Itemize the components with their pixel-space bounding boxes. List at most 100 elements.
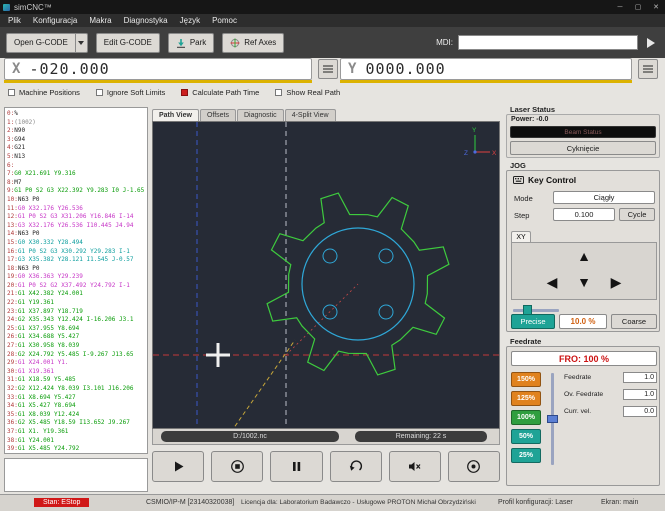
tab-diagnostic[interactable]: Diagnostic — [237, 109, 284, 121]
gcode-line[interactable]: 20:G1 P0 S2 G2 X37.492 Y24.792 I-1 — [7, 282, 147, 291]
menu-makra[interactable]: Makra — [83, 16, 117, 25]
dro-y-zero-button[interactable] — [638, 59, 658, 79]
gcode-line[interactable]: 1:(1002) — [7, 119, 147, 128]
menu-j-zyk[interactable]: Język — [174, 16, 206, 25]
tab-4-split-view[interactable]: 4-Split View — [285, 109, 336, 121]
checkbox[interactable] — [96, 89, 103, 96]
jog-right-button[interactable]: ▶ — [604, 271, 628, 293]
gcode-line[interactable]: 7:G0 X21.691 Y9.316 — [7, 170, 147, 179]
fro-slider[interactable] — [547, 373, 558, 465]
rewind-button[interactable] — [330, 451, 382, 482]
field-value[interactable]: 0.0 — [623, 406, 657, 417]
gcode-line[interactable]: 36:G2 X5.485 Y18.59 I13.652 J9.267 — [7, 419, 147, 428]
gcode-line[interactable]: 35:G1 X8.039 Y12.424 — [7, 411, 147, 420]
record-button[interactable] — [448, 451, 500, 482]
gcode-line[interactable]: 38:G1 Y24.001 — [7, 437, 147, 446]
field-value[interactable]: 1.0 — [623, 372, 657, 383]
precise-button[interactable]: Precise — [511, 314, 555, 329]
gcode-line[interactable]: 27:G1 X30.958 Y8.039 — [7, 342, 147, 351]
edit-gcode-button[interactable]: Edit G-CODE — [96, 33, 160, 53]
dro-y-value[interactable]: 0000.000 — [365, 60, 445, 78]
gcode-line[interactable]: 6: — [7, 162, 147, 171]
dro-x-zero-button[interactable] — [318, 59, 338, 79]
menu-plik[interactable]: Plik — [2, 16, 27, 25]
gcode-line[interactable]: 33:G1 X8.694 Y5.427 — [7, 394, 147, 403]
gcode-line[interactable]: 18:N63 P0 — [7, 265, 147, 274]
option-calculate-path-time[interactable]: Calculate Path Time — [181, 88, 259, 97]
park-button[interactable]: Park — [168, 33, 214, 53]
gcode-line[interactable]: 9:G1 P0 S2 G3 X22.392 Y9.283 I0 J-1.65 F… — [7, 187, 147, 196]
gcode-line[interactable]: 15:G0 X30.332 Y28.494 — [7, 239, 147, 248]
checkbox[interactable] — [275, 89, 282, 96]
gcode-line[interactable]: 12:G1 P0 S2 G3 X31.206 Y16.846 I-14 — [7, 213, 147, 222]
gcode-line[interactable]: 5:N13 — [7, 153, 147, 162]
gcode-line[interactable]: 4:G21 — [7, 144, 147, 153]
gcode-line[interactable]: 16:G1 P0 S2 G3 X30.292 Y29.283 I-1 — [7, 248, 147, 257]
gcode-line[interactable]: 2:N90 — [7, 127, 147, 136]
gcode-line[interactable]: 14:N63 P0 — [7, 230, 147, 239]
open-gcode-button[interactable]: Open G-CODE — [6, 33, 76, 53]
play-button[interactable] — [152, 451, 204, 482]
gcode-line[interactable]: 34:G1 X5.427 Y8.694 — [7, 402, 147, 411]
jog-cycle-button[interactable]: Cycle — [619, 208, 655, 221]
gcode-line[interactable]: 22:G1 Y19.361 — [7, 299, 147, 308]
jog-mode-select[interactable]: Ciągły — [553, 191, 655, 204]
coarse-button[interactable]: Coarse — [611, 314, 657, 329]
tab-offsets[interactable]: Offsets — [200, 109, 236, 121]
jog-step-input[interactable]: 0.100 — [553, 208, 615, 221]
gcode-line[interactable]: 31:G1 X18.59 Y5.485 — [7, 376, 147, 385]
gcode-line[interactable]: 21:G1 X42.382 Y24.001 — [7, 290, 147, 299]
jog-up-button[interactable]: ▲ — [572, 245, 596, 267]
close-button[interactable]: ✕ — [647, 0, 665, 14]
minimize-button[interactable]: ─ — [611, 0, 629, 14]
menu-diagnostyka[interactable]: Diagnostyka — [118, 16, 174, 25]
beam-status-button[interactable]: Beam Status — [510, 126, 656, 138]
gcode-line[interactable]: 32:G2 X12.424 Y8.039 I3.101 J16.206 — [7, 385, 147, 394]
gcode-line[interactable]: 28:G2 X24.792 Y5.485 I-9.267 J13.65 — [7, 351, 147, 360]
path-view-canvas[interactable]: Y X Z — [152, 121, 500, 429]
mdi-input[interactable] — [458, 35, 638, 50]
menu-konfiguracja[interactable]: Konfiguracja — [27, 16, 83, 25]
tab-path-view[interactable]: Path View — [152, 109, 199, 121]
laser-pulse-button[interactable]: Cyknięcie — [510, 141, 656, 155]
maximize-button[interactable]: ▢ — [629, 0, 647, 14]
gcode-listing[interactable]: 0:%1:(1002)2:N903:G944:G215:N136:7:G0 X2… — [4, 107, 148, 454]
gcode-line[interactable]: 13:G3 X32.176 Y26.536 I10.445 J4.94 — [7, 222, 147, 231]
ref-axes-button[interactable]: Ref Axes — [222, 33, 284, 53]
option-machine-positions[interactable]: Machine Positions — [8, 88, 80, 97]
jog-axis-tab-xy[interactable]: XY — [511, 231, 531, 242]
gcode-line[interactable]: 3:G94 — [7, 136, 147, 145]
option-show-real-path[interactable]: Show Real Path — [275, 88, 340, 97]
gcode-line[interactable]: 8:M7 — [7, 179, 147, 188]
menu-pomoc[interactable]: Pomoc — [206, 16, 243, 25]
gcode-line[interactable]: 24:G2 X35.343 Y12.424 I-16.206 J3.1 — [7, 316, 147, 325]
fro-preset-25[interactable]: 25% — [511, 448, 541, 463]
mdi-run-icon[interactable] — [647, 38, 655, 48]
option-ignore-soft-limits[interactable]: Ignore Soft Limits — [96, 88, 165, 97]
jog-left-button[interactable]: ◀ — [540, 271, 564, 293]
gcode-line[interactable]: 17:G3 X35.382 Y28.121 I1.545 J-0.57 — [7, 256, 147, 265]
slider-handle[interactable] — [547, 415, 558, 423]
checkbox[interactable] — [8, 89, 15, 96]
dro-x-value[interactable]: -020.000 — [29, 60, 109, 78]
gcode-line[interactable]: 10:N63 P0 — [7, 196, 147, 205]
mute-button[interactable] — [389, 451, 441, 482]
fro-preset-100[interactable]: 100% — [511, 410, 541, 425]
gcode-line[interactable]: 30:G1 X19.361 — [7, 368, 147, 377]
fro-preset-125[interactable]: 125% — [511, 391, 541, 406]
field-value[interactable]: 1.0 — [623, 389, 657, 400]
gcode-line[interactable]: 11:G0 X32.176 Y26.536 — [7, 205, 147, 214]
pause-button[interactable] — [270, 451, 322, 482]
open-gcode-dropdown[interactable] — [76, 33, 88, 53]
gcode-line[interactable]: 29:G1 X24.001 Y1. — [7, 359, 147, 368]
checkbox[interactable] — [181, 89, 188, 96]
gcode-line[interactable]: 0:% — [7, 110, 147, 119]
gcode-line[interactable]: 39:G1 X5.485 Y24.792 — [7, 445, 147, 454]
gcode-line[interactable]: 26:G1 X34.688 Y5.427 — [7, 333, 147, 342]
jog-down-button[interactable]: ▼ — [572, 271, 596, 293]
gcode-line[interactable]: 25:G1 X37.955 Y8.694 — [7, 325, 147, 334]
fro-preset-50[interactable]: 50% — [511, 429, 541, 444]
gcode-line[interactable]: 37:G1 X1. Y19.361 — [7, 428, 147, 437]
stop-button[interactable] — [211, 451, 263, 482]
fro-preset-150[interactable]: 150% — [511, 372, 541, 387]
